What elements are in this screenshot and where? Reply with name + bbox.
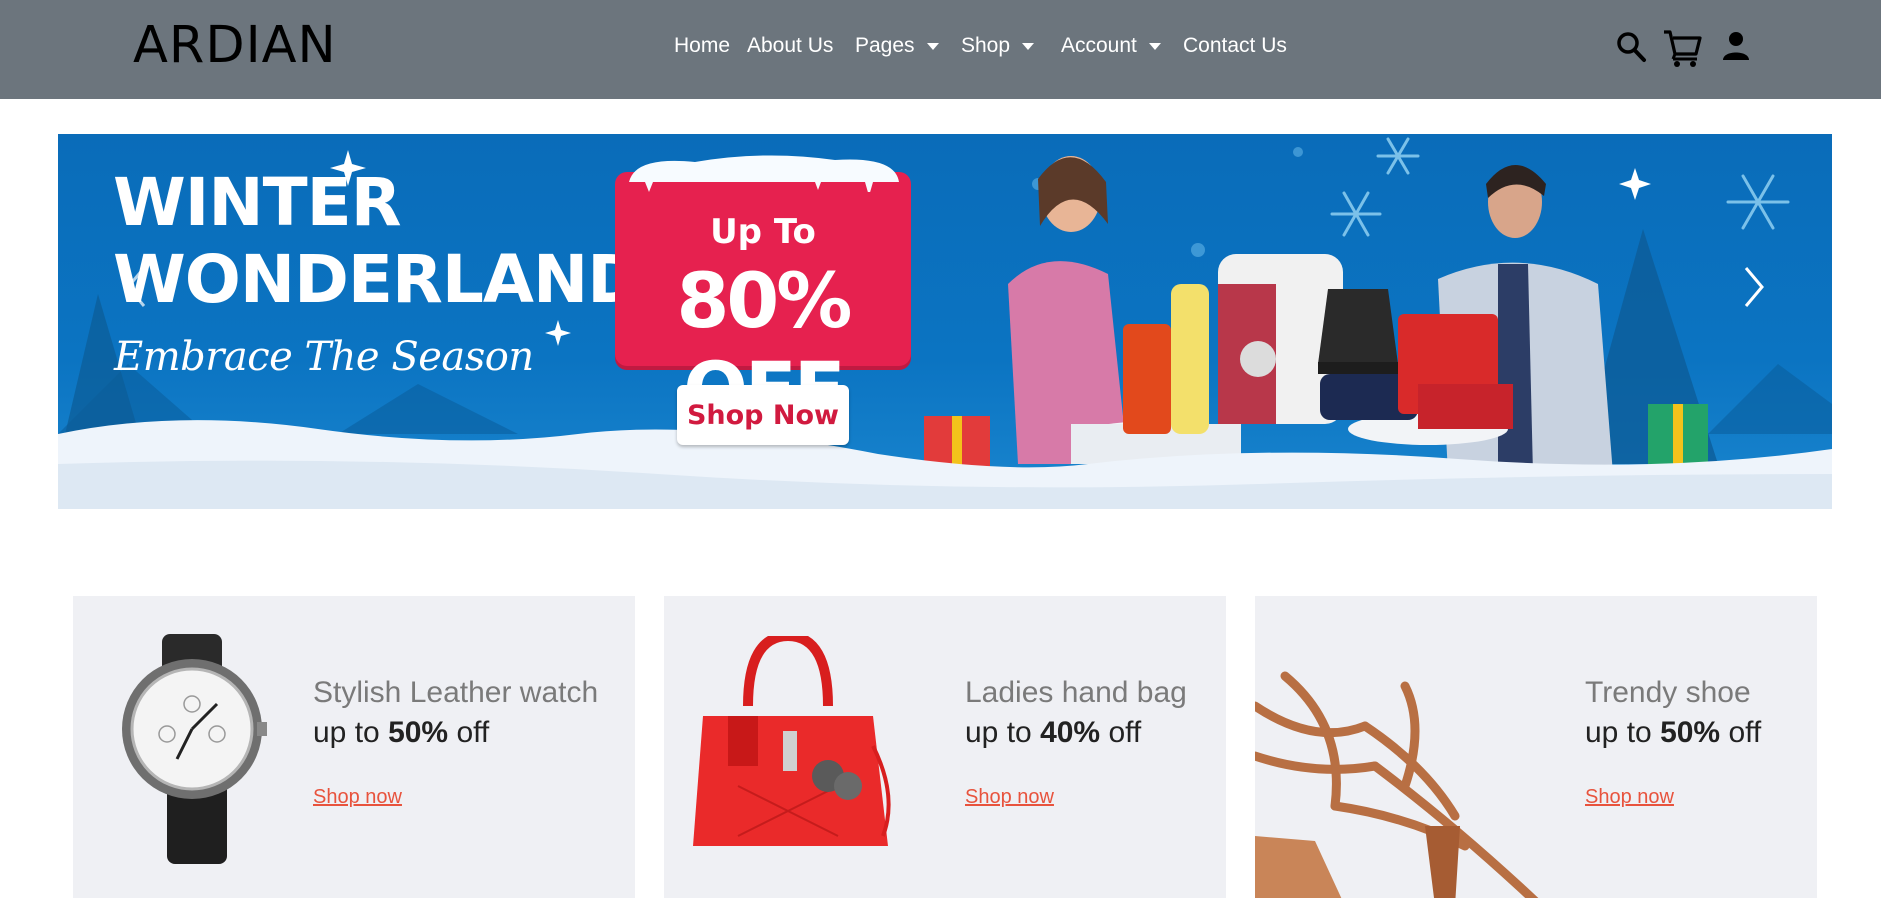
- nav-icon-group: [1612, 28, 1760, 68]
- nav-home[interactable]: Home: [674, 34, 730, 58]
- card-deal: up to 50% off: [1585, 716, 1761, 750]
- card-title: Ladies hand bag: [965, 676, 1187, 709]
- shop-now-button[interactable]: Shop Now: [677, 385, 849, 445]
- hero-title-line1: WINTER: [113, 164, 402, 241]
- card-title: Stylish Leather watch: [313, 676, 599, 709]
- nav-about-us[interactable]: About Us: [747, 34, 833, 58]
- cart-icon[interactable]: [1662, 28, 1706, 68]
- nav-account-label: Account: [1061, 34, 1137, 57]
- nav-pages-dropdown[interactable]: Pages: [855, 34, 939, 58]
- card-deal: up to 40% off: [965, 716, 1141, 750]
- hero-carousel: WINTER WONDERLAND Embrace The Season Up …: [58, 134, 1832, 509]
- hero-title: WINTER WONDERLAND: [113, 164, 642, 318]
- promo-up-to: Up To: [710, 212, 816, 252]
- navbar: ARDIAN Home About Us Pages Shop Account …: [0, 0, 1881, 99]
- card-deal: up to 50% off: [313, 716, 489, 750]
- shop-now-link[interactable]: Shop now: [965, 786, 1054, 809]
- promo-badge: Up To 80% OFF: [615, 155, 911, 434]
- nav-about-us-label: About Us: [747, 34, 834, 57]
- nav-account-dropdown[interactable]: Account: [1061, 34, 1161, 58]
- shop-now-link[interactable]: Shop now: [1585, 786, 1674, 809]
- nav-contact-us-label: Contact Us: [1183, 34, 1287, 57]
- snow-cap-icon: [629, 155, 899, 192]
- watch-image: [107, 634, 277, 869]
- deal-value: 50%: [388, 716, 449, 749]
- deal-suffix: off: [448, 716, 490, 749]
- deal-prefix: up to: [313, 716, 389, 749]
- deal-suffix: off: [1100, 716, 1142, 749]
- user-icon[interactable]: [1720, 28, 1758, 68]
- nav-shop-label: Shop: [961, 34, 1011, 57]
- nav-pages-label: Pages: [855, 34, 915, 57]
- nav-contact-us[interactable]: Contact Us: [1183, 34, 1287, 58]
- promo-card-shoe[interactable]: Trendy shoe up to 50% off Shop now: [1255, 596, 1817, 898]
- hero-title-line2: WONDERLAND: [113, 241, 642, 318]
- handbag-image: [688, 630, 898, 861]
- nav-shop-dropdown[interactable]: Shop: [961, 34, 1035, 58]
- deal-suffix: off: [1720, 716, 1762, 749]
- deal-prefix: up to: [1585, 716, 1661, 749]
- deal-prefix: up to: [965, 716, 1041, 749]
- shop-now-link[interactable]: Shop now: [313, 786, 402, 809]
- caret-down-icon: [926, 42, 939, 50]
- sandal-image: [1255, 666, 1545, 898]
- deal-value: 50%: [1660, 716, 1721, 749]
- hero-subtitle: Embrace The Season: [114, 334, 534, 380]
- caret-down-icon: [1022, 42, 1035, 50]
- promo-card-handbag[interactable]: Ladies hand bag up to 40% off Shop now: [664, 596, 1226, 898]
- deal-value: 40%: [1040, 716, 1101, 749]
- main-nav: Home About Us Pages Shop Account Contact…: [0, 34, 1881, 64]
- model-woman-illustration: [1008, 156, 1128, 464]
- nav-home-label: Home: [674, 34, 731, 57]
- card-title: Trendy shoe: [1585, 676, 1751, 709]
- caret-down-icon: [1148, 42, 1161, 50]
- promo-card-watch[interactable]: Stylish Leather watch up to 50% off Shop…: [73, 596, 635, 898]
- carousel-prev-icon[interactable]: [122, 262, 152, 312]
- search-icon[interactable]: [1614, 28, 1652, 68]
- carousel-next-icon[interactable]: [1738, 262, 1768, 312]
